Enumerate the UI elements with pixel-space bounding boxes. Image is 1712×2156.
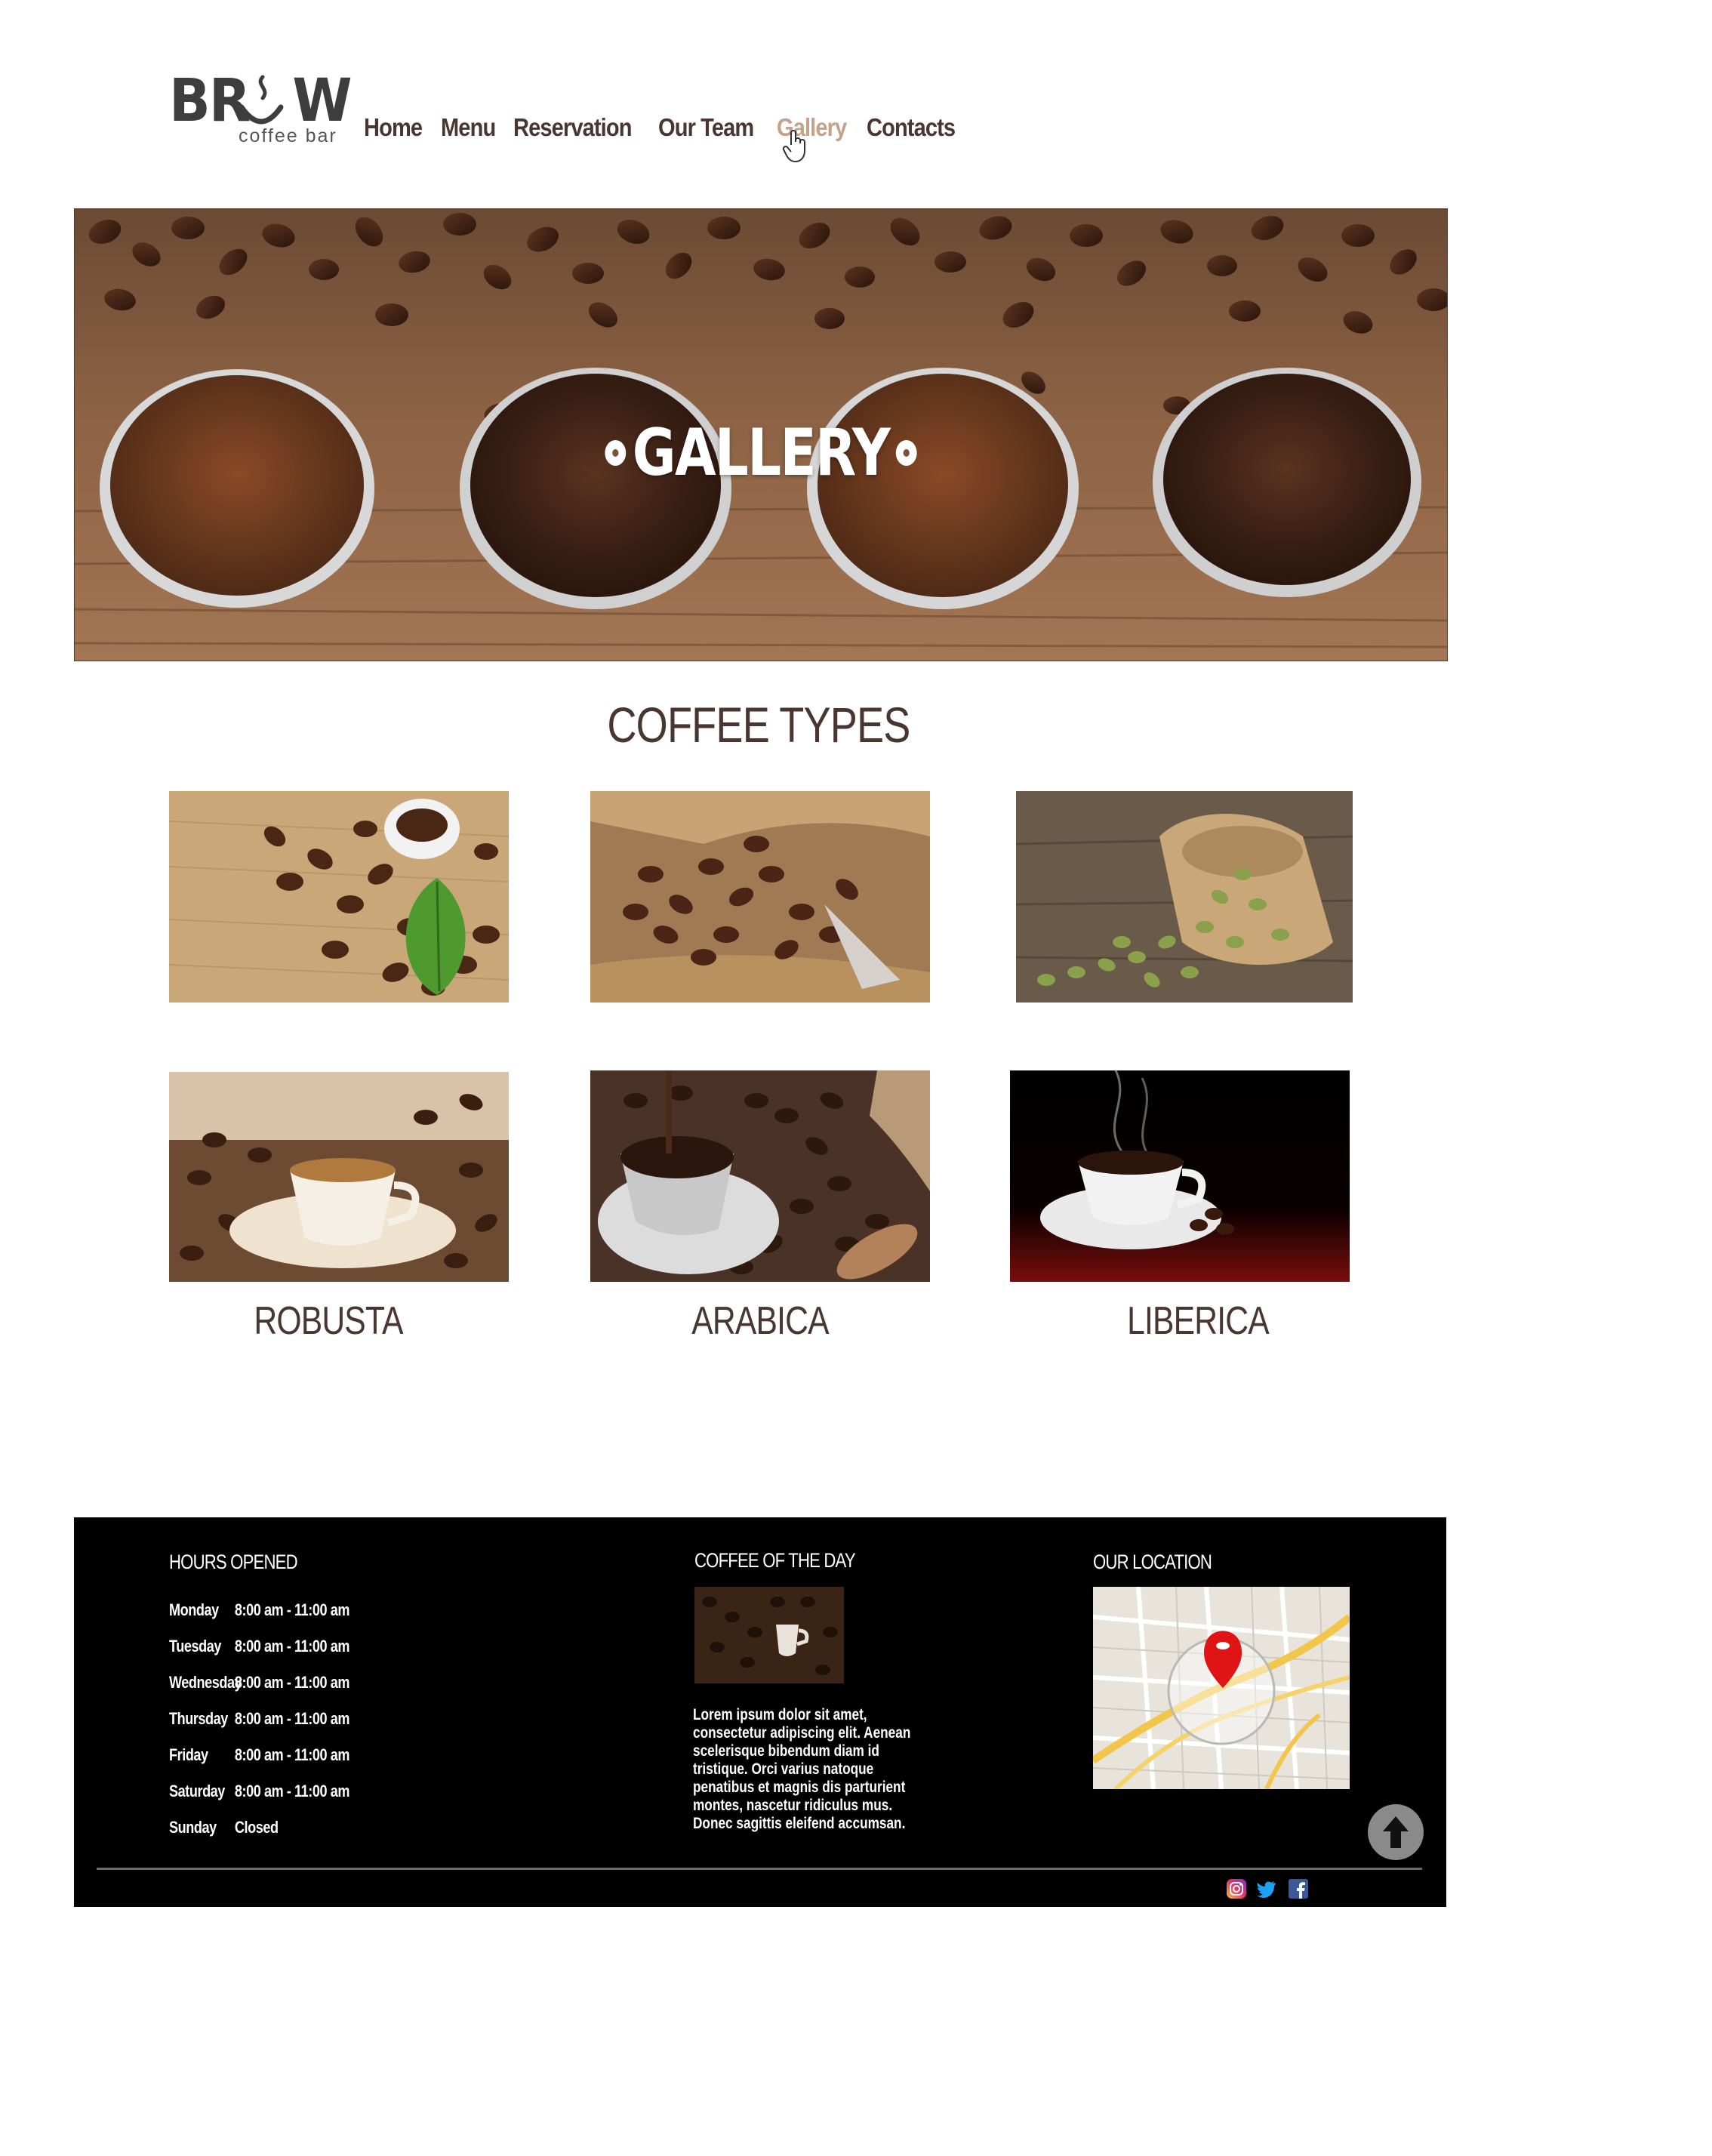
coffee-of-day-description: Lorem ipsum dolor sit amet, consectetur … <box>693 1706 911 1832</box>
hours-time: 8:00 am - 11:00 am <box>234 1673 350 1692</box>
coffee-type-label-liberica: LIBERICA <box>1127 1299 1270 1343</box>
hours-day: Saturday <box>169 1782 225 1800</box>
twitter-icon[interactable] <box>1256 1878 1277 1899</box>
hero-title-text: GALLERY <box>632 415 891 491</box>
coffee-type-label-arabica: ARABICA <box>691 1299 829 1343</box>
facebook-icon[interactable] <box>1288 1878 1309 1899</box>
hours-time: 8:00 am - 11:00 am <box>234 1745 350 1764</box>
gallery-image-beans-leaf[interactable] <box>169 791 509 1003</box>
logo[interactable]: BR W coffee bar <box>169 69 352 146</box>
hours-day: Tuesday <box>169 1637 221 1656</box>
nav-menu[interactable]: Menu <box>441 113 496 142</box>
hours-time: Closed <box>234 1818 279 1837</box>
coffee-types-title: COFFEE TYPES <box>607 697 910 753</box>
coffee-type-label-robusta: ROBUSTA <box>254 1299 403 1343</box>
hours-time: 8:00 am - 11:00 am <box>234 1637 350 1656</box>
nav-our-team[interactable]: Our Team <box>658 113 754 142</box>
gallery-image-robusta-cup[interactable] <box>169 1072 509 1282</box>
gallery-image-green-beans[interactable] <box>1016 791 1353 1003</box>
hero-title: GALLERY <box>199 420 1324 485</box>
location-heading: OUR LOCATION <box>1093 1551 1212 1573</box>
logo-subtitle: coffee bar <box>239 125 337 146</box>
gallery-image-beans-scoop[interactable] <box>590 791 930 1003</box>
hours-time: 8:00 am - 11:00 am <box>234 1709 350 1728</box>
footer: HOURS OPENED Monday 8:00 am - 11:00 am Tu… <box>74 1517 1446 1907</box>
hours-table: Monday 8:00 am - 11:00 am Tuesday 8:00 am … <box>169 1600 471 1857</box>
hours-time: 8:00 am - 11:00 am <box>234 1600 350 1619</box>
gallery-image-liberica-cup[interactable] <box>1010 1070 1350 1282</box>
hours-day: Monday <box>169 1600 219 1619</box>
nav-home[interactable]: Home <box>364 113 423 142</box>
location-map[interactable] <box>1093 1587 1350 1789</box>
hours-day: Sunday <box>169 1818 217 1837</box>
hero-banner: GALLERY <box>74 208 1448 661</box>
back-to-top-button[interactable] <box>1368 1804 1424 1860</box>
coffee-of-day-heading: COFFEE OF THE DAY <box>694 1549 856 1572</box>
hours-time: 8:00 am - 11:00 am <box>234 1782 350 1800</box>
instagram-icon[interactable] <box>1226 1878 1247 1899</box>
nav-reservation[interactable]: Reservation <box>513 113 632 142</box>
gallery-image-arabica-cup[interactable] <box>590 1070 930 1282</box>
hero-dot-right-icon <box>895 439 917 466</box>
hours-day: Friday <box>169 1745 208 1764</box>
footer-divider <box>97 1868 1422 1870</box>
coffee-of-day-image[interactable] <box>694 1587 844 1683</box>
main-nav: Home Menu Reservation Our Team Gallery C… <box>364 113 956 142</box>
nav-contacts[interactable]: Contacts <box>867 113 956 142</box>
hours-day: Thursday <box>169 1709 228 1728</box>
arrow-up-icon <box>1383 1816 1409 1848</box>
hand-cursor-icon <box>782 130 805 162</box>
hours-day: Wednesday <box>169 1673 242 1692</box>
hours-heading: HOURS OPENED <box>169 1551 298 1573</box>
hero-dot-left-icon <box>605 439 627 466</box>
